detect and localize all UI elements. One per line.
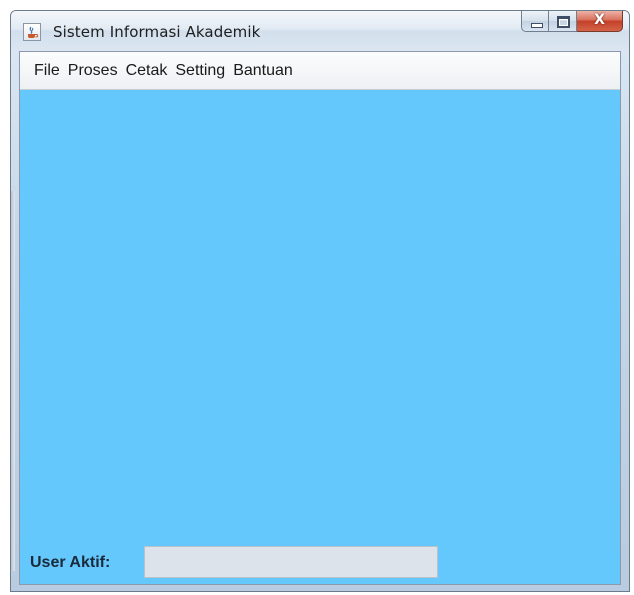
main-content-panel: User Aktif:: [20, 90, 620, 584]
client-area: File Proses Cetak Setting Bantuan User A…: [19, 51, 621, 585]
menu-cetak[interactable]: Cetak: [122, 59, 172, 83]
minimize-icon: [531, 23, 543, 28]
window-controls: X: [521, 11, 623, 33]
window-title: Sistem Informasi Akademik: [53, 23, 261, 41]
menu-bar: File Proses Cetak Setting Bantuan: [20, 52, 620, 90]
close-icon: X: [594, 12, 605, 28]
minimize-button[interactable]: [521, 11, 549, 32]
java-cup-icon: [23, 23, 41, 41]
title-bar[interactable]: Sistem Informasi Akademik X: [11, 11, 629, 51]
user-aktif-field[interactable]: [144, 546, 438, 578]
application-window: Sistem Informasi Akademik X File Proses …: [10, 10, 630, 592]
menu-proses[interactable]: Proses: [64, 59, 122, 83]
menu-setting[interactable]: Setting: [171, 59, 229, 83]
window-edge: [11, 191, 15, 571]
close-button[interactable]: X: [577, 11, 623, 32]
maximize-button[interactable]: [549, 11, 577, 32]
user-aktif-label: User Aktif:: [30, 554, 111, 571]
maximize-icon: [557, 16, 570, 28]
menu-bantuan[interactable]: Bantuan: [229, 59, 297, 83]
menu-file[interactable]: File: [30, 59, 64, 83]
